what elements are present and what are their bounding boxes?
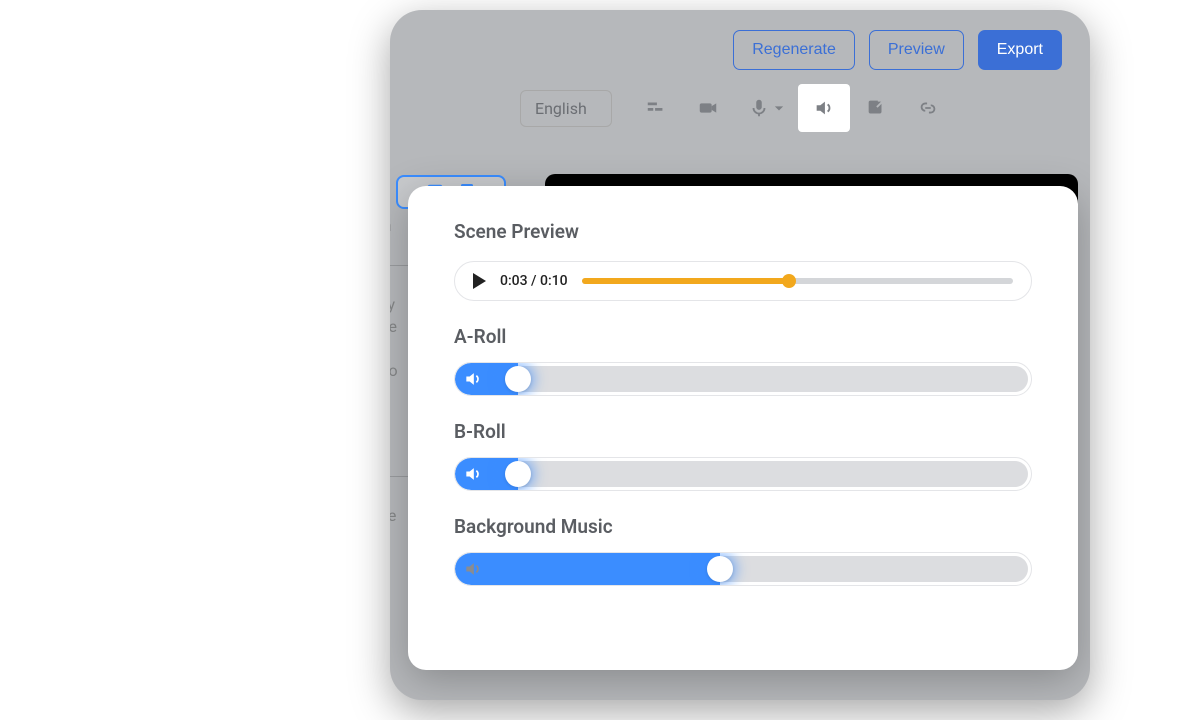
app-frame: Regenerate Preview Export English: [390, 10, 1090, 700]
aroll-thumb[interactable]: [505, 366, 531, 392]
broll-thumb[interactable]: [505, 461, 531, 487]
aroll-volume-slider[interactable]: [454, 362, 1032, 396]
volume-icon: [463, 464, 483, 484]
bgm-thumb[interactable]: [707, 556, 733, 582]
microphone-icon: [748, 97, 770, 119]
header-actions: Regenerate Preview Export: [390, 10, 1090, 84]
volume-icon: [463, 369, 483, 389]
progress-fill: [582, 278, 789, 284]
time-label: 0:03 / 0:10: [500, 273, 568, 289]
bgm-volume-slider[interactable]: [454, 552, 1032, 586]
scene-preview-player: 0:03 / 0:10: [454, 261, 1032, 301]
volume-icon: [813, 97, 835, 119]
camera-icon: [697, 97, 719, 119]
tool-expand[interactable]: [850, 84, 902, 132]
progress-thumb[interactable]: [782, 274, 796, 288]
link-icon: [917, 97, 939, 119]
broll-volume-slider[interactable]: [454, 457, 1032, 491]
tool-link[interactable]: [902, 84, 954, 132]
language-select[interactable]: English: [520, 90, 612, 127]
aroll-title: A-Roll: [454, 325, 1032, 348]
aroll-empty: [518, 366, 1028, 392]
tool-camera[interactable]: [682, 84, 734, 132]
chevron-down-icon: [774, 103, 784, 113]
bgm-fill: [455, 553, 720, 585]
toolbar: English: [390, 84, 1090, 146]
broll-title: B-Roll: [454, 420, 1032, 443]
volume-icon: [463, 559, 483, 579]
export-button[interactable]: Export: [978, 30, 1062, 70]
tool-mic[interactable]: [734, 84, 798, 132]
tool-volume[interactable]: [798, 84, 850, 132]
language-label: English: [535, 99, 587, 118]
bgm-title: Background Music: [454, 515, 1032, 538]
preview-button[interactable]: Preview: [869, 30, 964, 70]
export-square-icon: [865, 97, 887, 119]
play-button[interactable]: [473, 273, 486, 289]
bgm-empty: [720, 556, 1028, 582]
audio-mixer-modal: Scene Preview 0:03 / 0:10 A-Roll B-Roll: [408, 186, 1078, 670]
regenerate-button[interactable]: Regenerate: [733, 30, 855, 70]
broll-empty: [518, 461, 1028, 487]
progress-track[interactable]: [582, 278, 1013, 284]
sliders-icon: [645, 97, 667, 119]
tool-align[interactable]: [630, 84, 682, 132]
scene-preview-title: Scene Preview: [454, 220, 1032, 243]
